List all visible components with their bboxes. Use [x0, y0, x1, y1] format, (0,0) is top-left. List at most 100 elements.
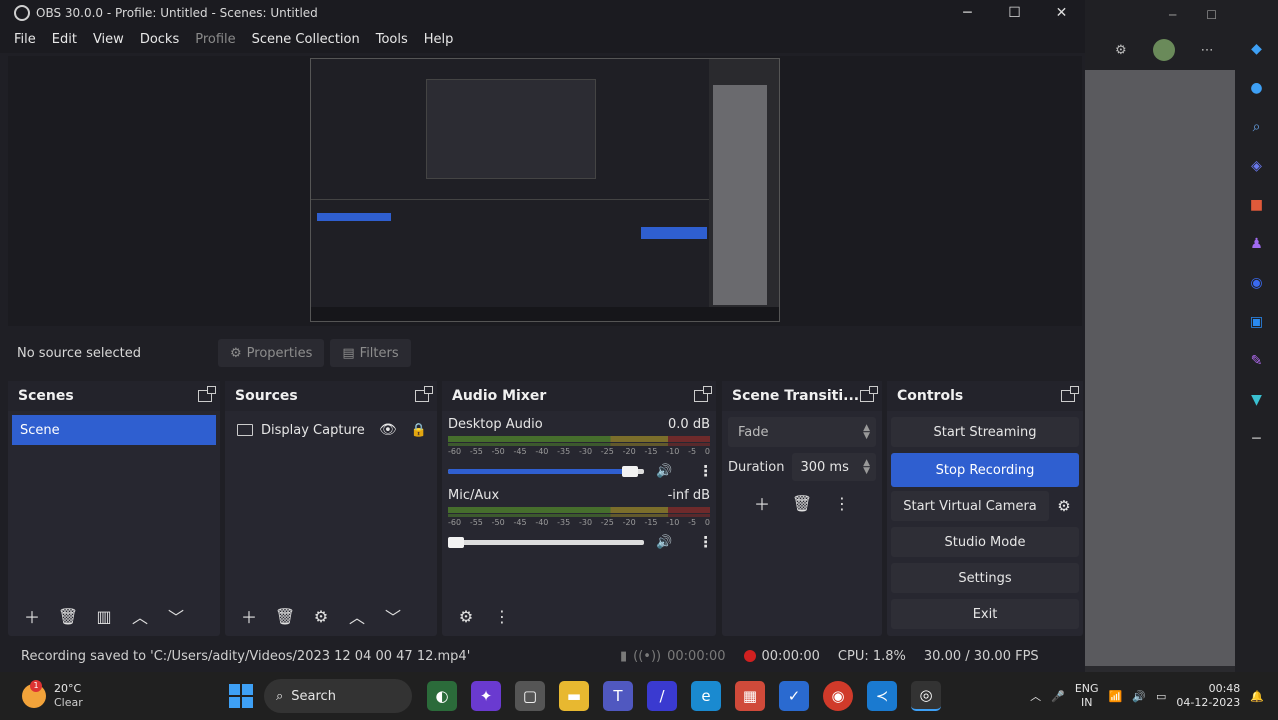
trash-icon[interactable]: 🗑 — [786, 489, 818, 517]
menu-scene-collection[interactable]: Scene Collection — [244, 32, 368, 47]
filter-icon[interactable]: ▥ — [88, 602, 120, 630]
m365-icon[interactable]: ◉ — [1246, 272, 1268, 294]
gear-icon[interactable]: ⚙ — [1049, 491, 1079, 521]
menu-view[interactable]: View — [85, 32, 132, 47]
volume-handle[interactable] — [622, 465, 639, 477]
more-icon[interactable]: ⋯ — [1201, 43, 1214, 58]
send-icon[interactable]: ▼ — [1246, 389, 1268, 411]
scene-list-item[interactable]: Scene — [12, 415, 216, 445]
start-virtual-camera-button[interactable]: Start Virtual Camera — [891, 491, 1049, 521]
volume-icon[interactable]: 🔊 — [1132, 690, 1146, 703]
undock-icon[interactable] — [198, 386, 216, 402]
search-box[interactable]: ⌕ Search — [264, 679, 412, 713]
notification-icon[interactable]: 🔔 — [1250, 690, 1264, 703]
add-icon[interactable]: ─ — [1246, 428, 1268, 450]
volume-slider[interactable] — [448, 465, 644, 477]
speaker-icon[interactable]: 🔊 — [656, 535, 672, 550]
source-list-item[interactable]: Display Capture 👁 🔒 — [229, 415, 433, 445]
speaker-icon[interactable]: 🔊 — [656, 464, 672, 479]
designer-icon[interactable]: ✎ — [1246, 350, 1268, 372]
add-icon[interactable]: ＋ — [16, 602, 48, 630]
up-arrow-icon[interactable]: ︿ — [124, 602, 156, 630]
language-indicator[interactable]: ENG IN — [1075, 682, 1099, 710]
volume-slider[interactable] — [448, 536, 644, 548]
chrome-icon[interactable]: ◉ — [823, 681, 853, 711]
undock-icon[interactable] — [860, 386, 878, 402]
menu-docks[interactable]: Docks — [132, 32, 187, 47]
gear-icon[interactable]: ⚙ — [305, 602, 337, 630]
exit-button[interactable]: Exit — [891, 599, 1079, 629]
preview-canvas[interactable] — [310, 58, 780, 322]
volume-handle[interactable] — [448, 536, 464, 548]
undock-icon[interactable] — [415, 386, 433, 402]
bell-icon[interactable]: ● — [1246, 77, 1268, 99]
add-icon[interactable]: ＋ — [746, 489, 778, 517]
extension-icon[interactable]: ⚙ — [1115, 43, 1127, 58]
settings-button[interactable]: Settings — [891, 563, 1079, 593]
weather-widget[interactable]: 20°C Clear — [0, 680, 218, 710]
down-arrow-icon[interactable]: ﹀ — [160, 602, 192, 630]
menu-help[interactable]: Help — [416, 32, 462, 47]
start-streaming-button[interactable]: Start Streaming — [891, 417, 1079, 447]
obs-icon[interactable]: ◎ — [911, 681, 941, 711]
menu-file[interactable]: File — [0, 32, 44, 47]
chevron-up-icon[interactable]: ︿ — [1030, 688, 1041, 704]
edge-icon[interactable]: e — [691, 681, 721, 711]
add-icon[interactable]: ＋ — [233, 602, 265, 630]
transition-select[interactable]: Fade ▲ ▼ — [728, 417, 876, 447]
outlook-icon[interactable]: ▣ — [1246, 311, 1268, 333]
widgets-icon[interactable]: ◐ — [427, 681, 457, 711]
duration-spinbox[interactable]: 300 ms ▲ ▼ — [792, 453, 876, 481]
close-button[interactable]: ✕ — [1038, 5, 1085, 21]
filters-button[interactable]: ▤ Filters — [330, 339, 411, 367]
more-icon[interactable]: ⋮ — [698, 462, 713, 480]
windows-taskbar: 20°C Clear ⌕ Search ◐ ✦ ▢ ▬ T / e ▦ ✓ ◉ … — [0, 672, 1278, 720]
more-icon[interactable]: ⋮ — [698, 533, 713, 551]
games-icon[interactable]: ♟ — [1246, 233, 1268, 255]
search-icon[interactable]: ⌕ — [1246, 116, 1268, 138]
undock-icon[interactable] — [1061, 386, 1079, 402]
trash-icon[interactable]: 🗑 — [52, 602, 84, 630]
tools-icon[interactable]: ■ — [1246, 194, 1268, 216]
sources-title: Sources — [235, 388, 298, 404]
trash-icon[interactable]: 🗑 — [269, 602, 301, 630]
todo-icon[interactable]: ✓ — [779, 681, 809, 711]
stop-recording-button[interactable]: Stop Recording — [891, 453, 1079, 487]
avatar[interactable] — [1152, 39, 1175, 61]
battery-icon[interactable]: ▭ — [1156, 690, 1166, 703]
more-icon[interactable]: ⋮ — [826, 489, 858, 517]
eye-icon[interactable]: 👁 — [379, 422, 397, 438]
wifi-icon[interactable]: 📶 — [1109, 690, 1123, 703]
copilot-icon[interactable]: ◆ — [1246, 38, 1268, 60]
store-icon[interactable]: ▦ — [735, 681, 765, 711]
preview-scene-highlight — [317, 213, 391, 221]
copilot-icon[interactable]: ✦ — [471, 681, 501, 711]
channel-level: -inf dB — [667, 488, 710, 503]
more-icon[interactable]: ⋮ — [486, 602, 518, 630]
start-icon[interactable] — [229, 684, 253, 708]
maximize-button[interactable]: ☐ — [991, 5, 1038, 21]
channel-name: Mic/Aux — [448, 488, 500, 503]
task-view-icon[interactable]: ▢ — [515, 681, 545, 711]
up-arrow-icon[interactable]: ︿ — [341, 602, 373, 630]
menu-profile[interactable]: Profile — [187, 32, 243, 47]
minimize-button[interactable]: ─ — [944, 5, 991, 21]
lock-icon[interactable]: 🔒 — [411, 423, 427, 438]
microphone-icon[interactable]: 🎤 — [1051, 690, 1065, 703]
file-explorer-icon[interactable]: ▬ — [559, 681, 589, 711]
undock-icon[interactable] — [694, 386, 712, 402]
shopping-icon[interactable]: ◈ — [1246, 155, 1268, 177]
advanced-audio-icon[interactable]: ⚙ — [450, 602, 482, 630]
minimize-icon[interactable]: ─ — [1169, 8, 1176, 22]
clock[interactable]: 00:48 04-12-2023 — [1176, 682, 1240, 710]
studio-mode-button[interactable]: Studio Mode — [891, 527, 1079, 557]
menu-tools[interactable]: Tools — [368, 32, 416, 47]
fps-value: 30.00 / 30.00 FPS — [923, 648, 1039, 664]
down-arrow-icon[interactable]: ﹀ — [377, 602, 409, 630]
teams-icon[interactable]: T — [603, 681, 633, 711]
vscode-icon[interactable]: ≺ — [867, 681, 897, 711]
editor-icon[interactable]: / — [647, 681, 677, 711]
menu-edit[interactable]: Edit — [44, 32, 85, 47]
maximize-icon[interactable]: ☐ — [1206, 8, 1217, 22]
properties-button[interactable]: ⚙ Properties — [218, 339, 325, 367]
